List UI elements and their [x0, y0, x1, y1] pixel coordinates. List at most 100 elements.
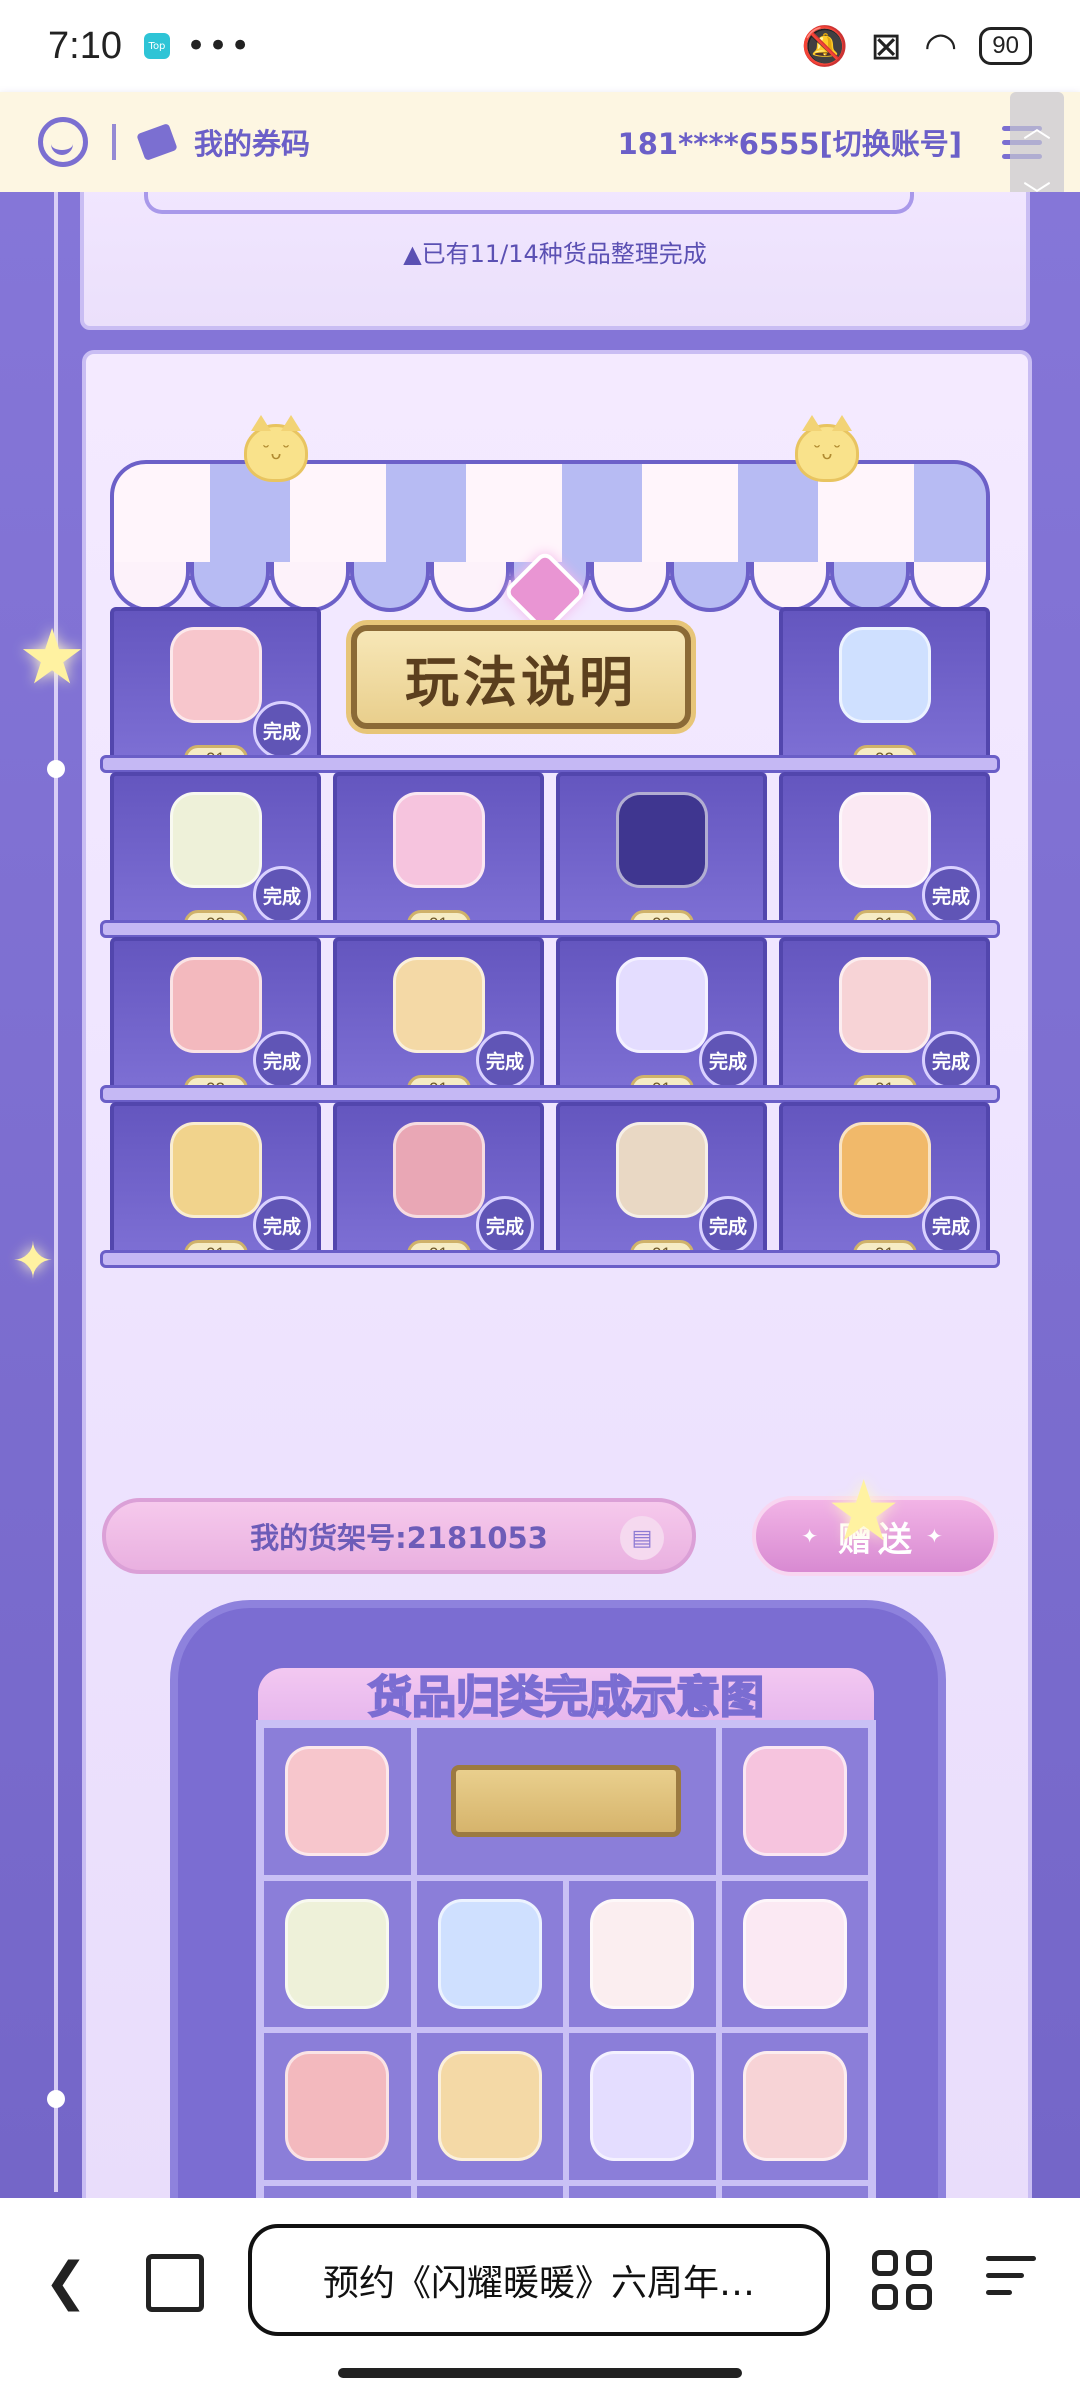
completed-badge: 完成: [253, 701, 311, 759]
decorative-rail: [54, 192, 58, 2192]
tabs-icon[interactable]: [146, 2254, 204, 2312]
shelf-slot[interactable]: 完成: [110, 937, 321, 1089]
shelf-row: 完成020100完成01: [100, 772, 1000, 938]
crystal-ball-icon: [590, 2051, 695, 2162]
shelf-row: 完成01完成01完成01完成01: [100, 1102, 1000, 1268]
diagram-cell: [261, 1725, 414, 1878]
photo-album-icon: [742, 1746, 847, 1857]
completed-badge: 完成: [922, 1196, 980, 1254]
cat-ornament-icon: ˘ᴗ˘: [795, 415, 859, 482]
shelf-slot[interactable]: [333, 772, 544, 922]
star-icon: ★: [826, 1462, 902, 1560]
home-indicator[interactable]: [338, 2368, 742, 2378]
divider: [112, 124, 116, 160]
ticket-icon[interactable]: [136, 123, 178, 161]
status-bar: 7:10 Top ••• 🔕 ⊠ ◠ 90: [0, 0, 1080, 92]
switch-account-link[interactable]: 181****6555[切换账号]: [618, 121, 962, 163]
shelf-slot[interactable]: [556, 772, 767, 922]
apps-grid-icon[interactable]: [872, 2250, 932, 2310]
shell-box-icon: [615, 792, 708, 888]
diagram-cell: [261, 1877, 414, 2030]
battery-icon: 90: [979, 27, 1032, 65]
completed-badge: 完成: [699, 1196, 757, 1254]
shelf-row: 完成02完成01完成01完成01: [100, 937, 1000, 1103]
progress-frame: [144, 192, 914, 214]
completed-badge: 完成: [476, 1196, 534, 1254]
diagram-cell: [718, 2182, 871, 2198]
no-sim-icon: ⊠: [870, 24, 903, 68]
shelf-number-field: 我的货架号:2181053 ▤: [102, 1498, 696, 1574]
mute-vibrate-icon: 🔕: [800, 23, 849, 68]
shelf-slot[interactable]: 完成: [333, 1102, 544, 1254]
diagram-cell: [718, 1877, 871, 2030]
shelf-number-label: 我的货架号:2181053: [250, 1521, 548, 1555]
shelf-slot[interactable]: 完成: [110, 772, 321, 924]
diagram-cell: [718, 1725, 871, 1878]
cat-ear-cap-icon: [169, 957, 262, 1053]
completed-badge: 完成: [253, 1031, 311, 1089]
shelf-slot[interactable]: 完成: [556, 937, 767, 1089]
shelf-slot[interactable]: 完成: [779, 1102, 990, 1254]
diagram-grid: [256, 1720, 876, 2198]
diagram-cell: [413, 1725, 719, 1878]
plaque-icon: [451, 1765, 681, 1838]
shelf-plank: [100, 920, 1000, 938]
flower-basket-icon: [285, 1898, 390, 2009]
rail-dot: [47, 2090, 65, 2108]
rail-dot: [47, 760, 65, 778]
bunny-backpack-icon: [169, 627, 262, 723]
shelf-slot[interactable]: [779, 607, 990, 757]
progress-card: ▲已有11/14种货品整理完成: [80, 192, 1030, 330]
suitcase-icon: [392, 957, 485, 1053]
browser-nav-bar: ❮ 预约《闪耀暖暖》六周年…: [0, 2198, 1080, 2400]
shelf-plank: [100, 1085, 1000, 1103]
page-content[interactable]: ★ ✦ ▲已有11/14种货品整理完成 ˘ᴗ˘ ˘ᴗ˘ 完成01玩法说明02完成…: [0, 192, 1080, 2198]
diagram-cell: [413, 2030, 566, 2183]
diagram-cell: [413, 2182, 566, 2198]
menu-icon[interactable]: [986, 2256, 1036, 2295]
sparkle-icon: ✦: [926, 1524, 949, 1548]
shelf-slot[interactable]: 完成: [110, 607, 321, 759]
scroll-up-icon[interactable]: ︿: [1023, 106, 1051, 146]
flower-basket-icon: [169, 792, 262, 888]
diagram-cell: [718, 2030, 871, 2183]
copy-icon[interactable]: ▤: [620, 1516, 664, 1560]
milk-box-icon: [838, 957, 931, 1053]
shelf-slot[interactable]: 完成: [333, 937, 544, 1089]
completed-badge: 完成: [476, 1031, 534, 1089]
shelf-slot[interactable]: 完成: [779, 937, 990, 1089]
shell-box-icon: [590, 1898, 695, 2009]
logo-icon[interactable]: [38, 117, 88, 167]
my-coupons-link[interactable]: 我的券码: [194, 121, 310, 163]
more-notifications-icon: •••: [185, 26, 253, 66]
diagram-cell: [566, 2030, 719, 2183]
wifi-icon: ◠: [924, 24, 958, 68]
perfume-bottle-icon: [437, 1898, 542, 2009]
shelf-plank: [100, 755, 1000, 773]
sparkle-icon: ✦: [12, 1232, 54, 1290]
shelf-slot[interactable]: 完成: [556, 1102, 767, 1254]
diagram-cell: [566, 1877, 719, 2030]
cat-ear-cap-icon: [285, 2051, 390, 2162]
shelf-grid: 完成01玩法说明02完成020100完成01完成02完成01完成01完成01完成…: [100, 607, 1000, 1467]
star-icon: ★: [18, 612, 87, 701]
sparkle-icon: ✦: [801, 1524, 824, 1548]
cat-ornament-icon: ˘ᴗ˘: [244, 415, 308, 482]
bunny-backpack-icon: [285, 1746, 390, 1857]
back-icon[interactable]: ❮: [44, 2252, 88, 2312]
classification-diagram: 货品归类完成示意图: [170, 1600, 946, 2198]
address-bar[interactable]: 预约《闪耀暖暖》六周年…: [248, 2224, 830, 2336]
crystal-ball-icon: [615, 957, 708, 1053]
page-title: 预约《闪耀暖暖》六周年…: [322, 2263, 755, 2304]
diagram-cell: [261, 2030, 414, 2183]
bunny-mug-icon: [742, 1898, 847, 2009]
progress-note: ▲已有11/14种货品整理完成: [403, 240, 707, 268]
completed-badge: 完成: [922, 1031, 980, 1089]
how-to-play-button[interactable]: 玩法说明: [351, 625, 691, 729]
shelf-slot[interactable]: 完成: [110, 1102, 321, 1254]
diagram-cell: [413, 1877, 566, 2030]
completed-badge: 完成: [922, 866, 980, 924]
completed-badge: 完成: [253, 1196, 311, 1254]
shelf-slot[interactable]: 完成: [779, 772, 990, 924]
app-badge-icon: Top: [143, 33, 170, 59]
